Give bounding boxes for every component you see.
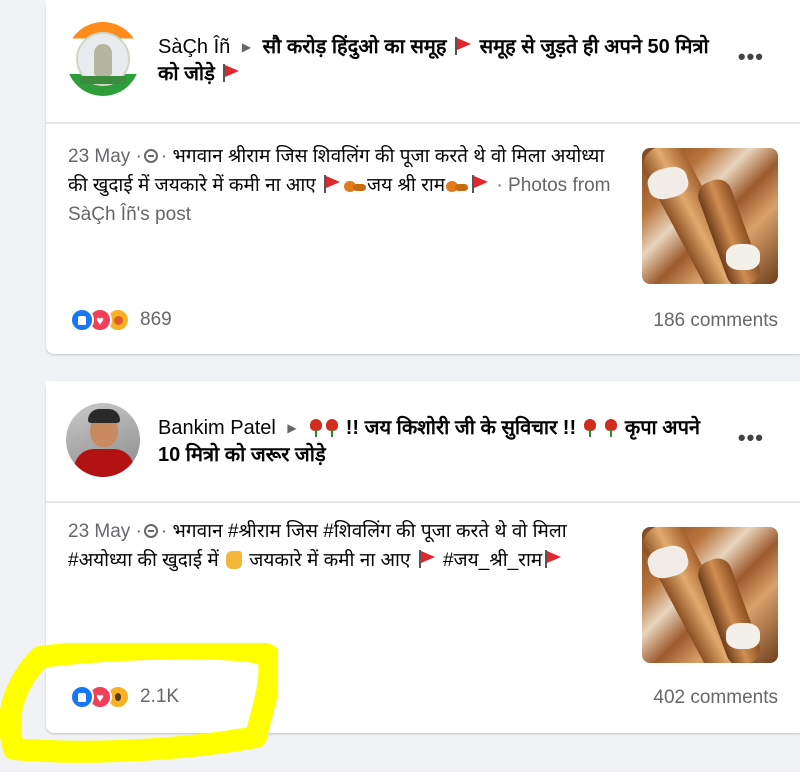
divider	[46, 501, 800, 503]
photo-highlight	[726, 623, 760, 649]
flag-icon	[418, 550, 436, 568]
post-body: 23 May · · भगवान श्रीराम जिस शिवलिंग की प…	[68, 142, 620, 229]
more-options-icon[interactable]: •••	[738, 46, 764, 68]
author-avatar[interactable]	[66, 403, 140, 477]
rose-icon	[325, 419, 339, 437]
post-header: Bankim Patel ▶ !! जय किशोरी जी के सुविचा…	[46, 381, 800, 501]
post-photo-thumbnail[interactable]	[642, 527, 778, 663]
post-title-line: Bankim Patel ▶ !! जय किशोरी जी के सुविचा…	[158, 415, 714, 469]
separator-dot: ·	[160, 146, 168, 167]
globe-icon	[143, 524, 158, 538]
rose-icon	[604, 419, 618, 437]
photo-highlight	[726, 244, 760, 270]
like-reaction-icon	[70, 308, 94, 332]
rose-icon	[583, 419, 597, 437]
group-name[interactable]: सौ करोड़ हिंदुओ का समूह	[263, 36, 447, 58]
divider	[46, 122, 800, 124]
pointing-hand-icon	[225, 551, 242, 569]
author-avatar[interactable]	[66, 22, 140, 96]
flag-icon	[323, 175, 341, 193]
reaction-count[interactable]: 2.1K	[140, 686, 179, 708]
rose-icon	[309, 419, 323, 437]
avatar-shirt	[74, 449, 134, 477]
post-date[interactable]: 23 May	[68, 521, 130, 542]
comments-count-link[interactable]: 186 comments	[653, 310, 778, 332]
group-name[interactable]: !! जय किशोरी जी के सुविचार !!	[346, 417, 576, 439]
post-body: 23 May · · भगवान #श्रीराम जिस #शिवलिंग की…	[68, 517, 620, 575]
lion-icon	[344, 179, 367, 193]
post-title-line: SàÇh Îñ ▶ सौ करोड़ हिंदुओ का समूह समूह स…	[158, 34, 714, 88]
reactions-summary[interactable]: 2.1K	[70, 683, 179, 711]
post-text-continued: जय श्री राम	[367, 175, 446, 196]
separator-dot: ·	[160, 521, 168, 542]
avatar-band	[80, 76, 126, 84]
author-name[interactable]: SàÇh Îñ	[158, 36, 230, 58]
news-feed: SàÇh Îñ ▶ सौ करोड़ हिंदुओ का समूह समूह स…	[0, 0, 800, 772]
post-card: Bankim Patel ▶ !! जय किशोरी जी के सुविचा…	[46, 381, 800, 733]
right-arrow-icon: ▶	[287, 421, 297, 435]
avatar-hair	[88, 409, 120, 423]
separator-dot: ·	[135, 521, 142, 542]
lion-icon	[446, 179, 469, 193]
right-arrow-icon: ▶	[241, 40, 252, 54]
like-reaction-icon	[70, 685, 94, 709]
author-name[interactable]: Bankim Patel	[158, 417, 276, 439]
reactions-summary[interactable]: 869	[70, 306, 172, 334]
globe-icon	[143, 149, 158, 163]
comments-count-link[interactable]: 402 comments	[653, 687, 778, 709]
flag-icon	[454, 37, 472, 55]
separator-dot: ·	[135, 146, 142, 167]
more-options-icon[interactable]: •••	[738, 427, 764, 449]
flag-icon	[222, 64, 240, 82]
flag-icon	[544, 550, 562, 568]
post-photo-thumbnail[interactable]	[642, 148, 778, 284]
avatar-figure	[94, 44, 112, 76]
post-card: SàÇh Îñ ▶ सौ करोड़ हिंदुओ का समूह समूह स…	[46, 0, 800, 354]
flag-icon	[471, 175, 489, 193]
post-hashtag[interactable]: #जय_श्री_राम	[443, 550, 542, 571]
separator-dot: ·	[496, 175, 509, 196]
reaction-count[interactable]: 869	[140, 309, 172, 331]
post-header: SàÇh Îñ ▶ सौ करोड़ हिंदुओ का समूह समूह स…	[46, 0, 800, 120]
post-date[interactable]: 23 May	[68, 146, 130, 167]
post-text-continued: जयकारे में कमी ना आए	[249, 550, 411, 571]
